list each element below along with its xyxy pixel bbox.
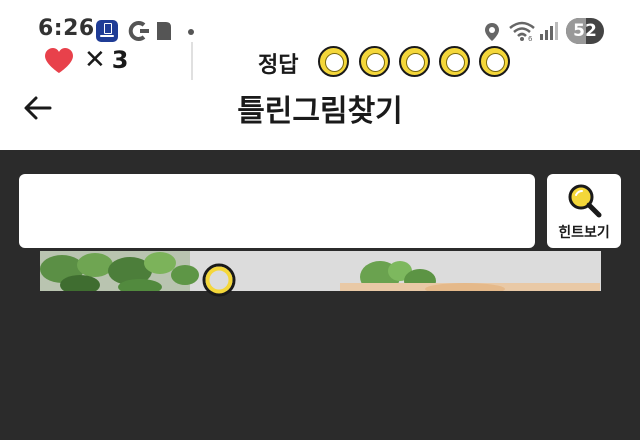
status-time: 6:26 (38, 16, 95, 41)
hint-label: 힌트보기 (558, 225, 610, 241)
location-icon (484, 22, 500, 46)
signal-icon (539, 22, 559, 44)
answer-slot (479, 46, 510, 77)
page-title: 틀린그림찾기 (237, 94, 403, 129)
notification-b-icon (155, 20, 173, 46)
battery-indicator: 52 (566, 18, 604, 44)
wifi-icon: 6 (508, 20, 536, 46)
hint-button[interactable]: 힌트보기 (547, 174, 621, 248)
more-notifications-icon (188, 29, 194, 35)
score-divider (191, 42, 193, 80)
answer-slot (399, 46, 430, 77)
puzzle-image[interactable] (40, 251, 601, 291)
score-card (19, 174, 535, 248)
svg-text:6: 6 (528, 35, 533, 42)
magnifier-icon (568, 184, 602, 218)
puzzle-photo (40, 251, 601, 291)
notification-g-icon (128, 20, 150, 46)
bank-app-icon (96, 20, 118, 42)
battery-level: 52 (573, 21, 597, 41)
found-difference-marker (201, 262, 237, 302)
lives-number: 3 (111, 46, 129, 74)
lives-count: ✕ 3 (84, 45, 129, 75)
game-area: 힌트보기 (0, 150, 640, 440)
heart-icon (44, 48, 74, 78)
answer-label: 정답 (258, 53, 299, 78)
app-header: 틀린그림찾기 (0, 62, 640, 150)
answer-slot (359, 46, 390, 77)
answer-slot (439, 46, 470, 77)
lives-multiplier: ✕ (84, 45, 106, 75)
answer-slot (318, 46, 349, 77)
